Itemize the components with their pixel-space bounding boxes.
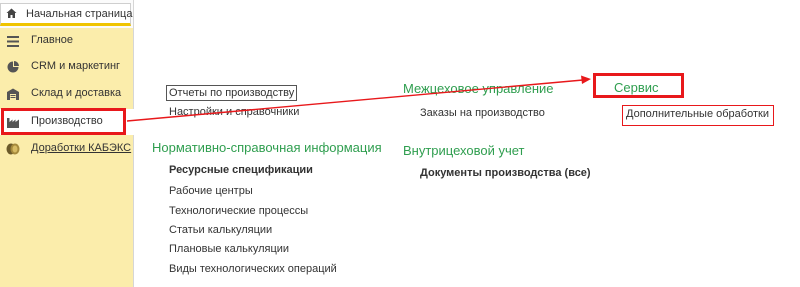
sidebar-item-label: Склад и доставка [31,87,122,99]
coins-icon [6,142,20,156]
section-title-intra-shop: Внутрицеховой учет [403,143,525,158]
sidebar-item-label: Главное [31,34,74,46]
tab-home[interactable]: Начальная страница [0,3,133,26]
additional-processing-annotation-box [622,105,774,126]
sidebar-item-crm[interactable]: CRM и маркетинг [0,54,134,80]
sidebar-item-warehouse[interactable]: Склад и доставка [0,81,134,107]
link-tech-processes[interactable]: Технологические процессы [169,205,308,217]
link-cost-items[interactable]: Статьи калькуляции [169,224,272,236]
pie-chart-icon [6,60,20,74]
link-planned-costing[interactable]: Плановые калькуляции [169,243,289,255]
link-production-documents[interactable]: Документы производства (все) [420,167,591,179]
link-production-orders[interactable]: Заказы на производство [420,107,545,119]
warehouse-icon [6,87,20,101]
tab-home-label: Начальная страница [26,7,133,20]
link-work-centers[interactable]: Рабочие центры [169,185,253,197]
sidebar: Главное CRM и маркетинг Склад и доставка… [0,28,134,287]
section-title-nsi: Нормативно-справочная информация [152,140,382,155]
link-tech-operation-types[interactable]: Виды технологических операций [169,263,337,275]
sidebar-item-main[interactable]: Главное [0,28,134,54]
menu-lines-icon [6,34,20,48]
sidebar-item-label: Доработки КАБЭКС [31,142,132,154]
production-annotation-box [1,108,126,135]
sidebar-item-label: CRM и маркетинг [31,60,121,72]
section-title-inter-shop: Межцеховое управление [403,81,554,96]
tab-bar: Начальная страница [0,0,134,28]
home-icon [6,8,17,18]
link-resource-specs[interactable]: Ресурсные спецификации [169,164,313,176]
link-production-reports[interactable]: Отчеты по производству [166,85,298,101]
section-panel: Отчеты по производству Настройки и справ… [135,0,800,287]
service-annotation-box [593,73,684,98]
sidebar-item-kabeks[interactable]: Доработки КАБЭКС [0,136,134,162]
link-settings-references[interactable]: Настройки и справочники [169,106,299,118]
